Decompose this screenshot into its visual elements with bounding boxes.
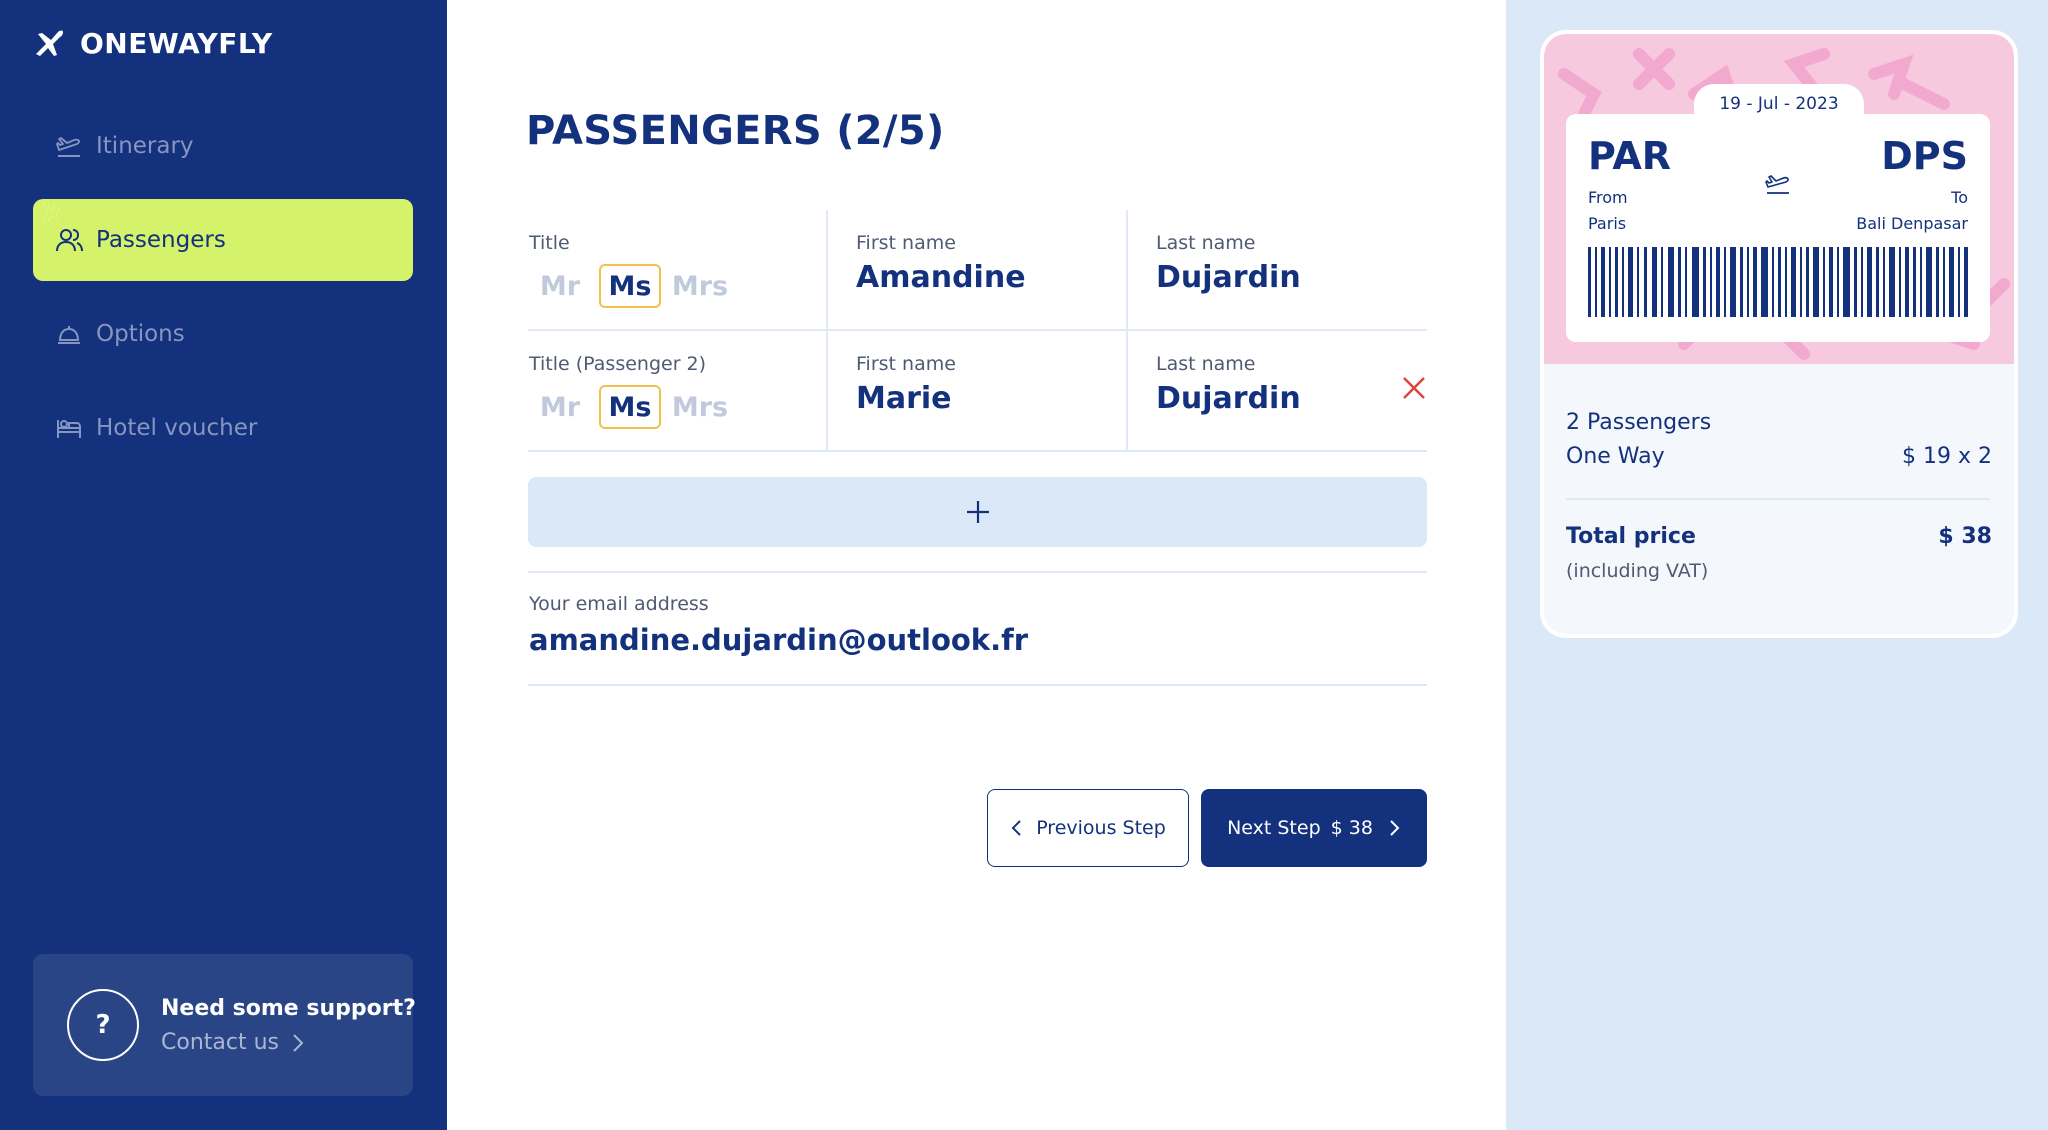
destination-city: Bali Denpasar [1856,214,1968,233]
plane-takeoff-icon [1765,175,1789,194]
first-name-field[interactable]: First name Amandine [828,210,1128,329]
add-passenger-button[interactable] [528,477,1427,547]
sidebar-item-options[interactable]: Options [33,293,413,375]
booking-summary-panel: 19 - Jul - 2023 PAR DPS From To Paris Ba… [1506,0,2048,1130]
last-name-field[interactable]: Last name Dujardin [1128,331,1427,450]
first-name-label: First name [856,232,956,254]
title-label: Title [529,232,570,254]
title-option-mrs[interactable]: Mrs [669,385,731,429]
title-cell: Title (Passenger 2) Mr Ms Mrs [528,331,828,450]
title-option-mr[interactable]: Mr [529,385,591,429]
users-icon [56,229,83,252]
page-title: PASSENGERS (2/5) [526,108,945,154]
first-name-label: First name [856,353,956,375]
title-selector: Mr Ms Mrs [529,385,739,429]
previous-step-label: Previous Step [1036,817,1166,839]
chevron-right-icon [293,1033,304,1052]
sidebar-item-itinerary[interactable]: Itinerary [33,105,413,187]
title-selector: Mr Ms Mrs [529,264,739,308]
last-name-value[interactable]: Dujardin [1156,381,1301,416]
title-option-ms-selected[interactable]: Ms [599,264,661,308]
next-step-button[interactable]: Next Step $ 38 [1201,789,1427,867]
brand-name: ONEWAYFLY [80,26,273,60]
contact-us-label: Contact us [161,1030,279,1055]
email-field[interactable]: Your email address amandine.dujardin@out… [528,571,1427,686]
last-name-label: Last name [1156,232,1256,254]
sidebar-item-hotel-voucher[interactable]: Hotel voucher [33,387,413,469]
origin-code: PAR [1588,134,1672,178]
first-name-value[interactable]: Amandine [856,260,1026,295]
from-label: From [1588,188,1628,207]
email-value[interactable]: amandine.dujardin@outlook.fr [529,623,1028,657]
support-box: ? Need some support? Contact us [33,954,416,1096]
brand-logo[interactable]: ONEWAYFLY [32,24,273,62]
plane-logo-icon [36,30,63,56]
ticket-background: 19 - Jul - 2023 PAR DPS From To Paris Ba… [1544,34,2014,364]
passenger-row: Title Mr Ms Mrs First name Amandine Last… [528,210,1427,331]
plus-icon [966,501,989,523]
to-label: To [1951,188,1968,207]
next-step-price: $ 38 [1330,817,1373,839]
sidebar-item-label: Passengers [96,227,226,253]
title-option-mrs[interactable]: Mrs [669,264,731,308]
last-name-field[interactable]: Last name Dujardin [1128,210,1427,329]
sidebar-item-passengers[interactable]: Passengers [33,199,413,281]
summary-divider [1566,498,1990,500]
chevron-left-icon [1011,820,1021,836]
total-price-label: Total price [1566,524,1696,549]
title-cell: Title Mr Ms Mrs [528,210,828,329]
previous-step-button[interactable]: Previous Step [987,789,1189,867]
sidebar-item-label: Options [96,321,185,347]
boarding-pass: PAR DPS From To Paris Bali Denpasar [1566,114,1990,342]
sidebar: ONEWAYFLY Itinerary Passengers Options H… [0,0,447,1130]
trip-type: One Way [1566,444,1665,469]
remove-passenger-icon[interactable] [1401,375,1427,401]
plane-takeoff-icon [56,137,80,157]
title-option-mr[interactable]: Mr [529,264,591,308]
vat-note: (including VAT) [1566,560,1709,582]
main-content: PASSENGERS (2/5) Title Mr Ms Mrs First n… [447,0,1506,1130]
barcode [1588,247,1968,317]
passenger-count: 2 Passengers [1566,410,1712,435]
email-label: Your email address [529,593,709,615]
last-name-value[interactable]: Dujardin [1156,260,1301,295]
first-name-value[interactable]: Marie [856,381,952,416]
total-price-value: $ 38 [1938,524,1992,549]
destination-code: DPS [1881,134,1968,178]
summary-card: 19 - Jul - 2023 PAR DPS From To Paris Ba… [1540,30,2018,638]
arrow-pattern-decoration [42,201,60,224]
sidebar-item-label: Hotel voucher [96,415,258,441]
unit-price: $ 19 x 2 [1902,444,1992,469]
sidebar-item-label: Itinerary [96,133,194,159]
contact-us-link[interactable]: Contact us [161,1030,305,1055]
chevron-right-icon [1390,820,1400,836]
passenger-row: Title (Passenger 2) Mr Ms Mrs First name… [528,331,1427,452]
next-step-label: Next Step [1227,817,1321,839]
origin-city: Paris [1588,214,1627,233]
bed-icon [57,420,81,438]
last-name-label: Last name [1156,353,1256,375]
title-option-ms-selected[interactable]: Ms [599,385,661,429]
help-icon: ? [67,989,139,1061]
bell-icon [58,326,80,344]
support-title: Need some support? [161,996,416,1021]
first-name-field[interactable]: First name Marie [828,331,1128,450]
title-label: Title (Passenger 2) [529,353,707,375]
